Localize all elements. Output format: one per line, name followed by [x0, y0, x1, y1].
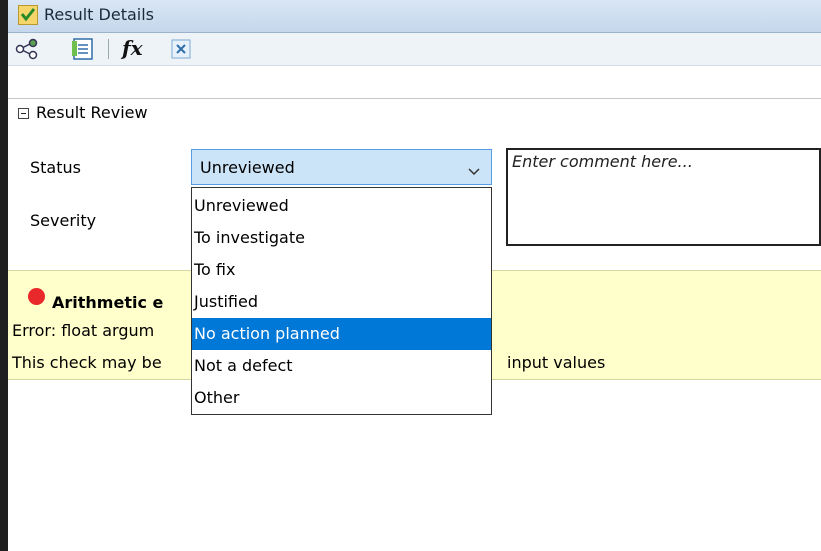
comment-placeholder: Enter comment here... — [512, 152, 693, 171]
collapse-toggle-icon[interactable] — [18, 108, 29, 119]
chevron-down-icon — [467, 162, 481, 181]
function-icon[interactable]: fx — [120, 36, 146, 62]
title-bar: Result Details — [8, 0, 821, 33]
status-options-list: Unreviewed To investigate To fix Justifi… — [191, 187, 492, 415]
status-option-justified[interactable]: Justified — [192, 286, 491, 318]
status-option-other[interactable]: Other — [192, 382, 491, 414]
export-list-icon[interactable] — [70, 36, 96, 62]
result-details-icon — [18, 5, 38, 25]
share-graph-icon[interactable] — [14, 36, 40, 62]
info-message-tail: input values — [507, 353, 606, 372]
status-option-to-fix[interactable]: To fix — [192, 254, 491, 286]
window-title: Result Details — [44, 5, 154, 24]
status-option-unreviewed[interactable]: Unreviewed — [192, 190, 491, 222]
status-option-not-a-defect[interactable]: Not a defect — [192, 350, 491, 382]
status-label: Status — [30, 158, 81, 177]
info-message: This check may be — [12, 353, 162, 372]
status-selected-value: Unreviewed — [200, 158, 295, 177]
toolbar: fx — [8, 33, 821, 66]
severity-label: Severity — [30, 211, 97, 230]
variable-icon[interactable] — [168, 36, 194, 62]
status-option-to-investigate[interactable]: To investigate — [192, 222, 491, 254]
error-message: Error: float argum — [12, 321, 155, 340]
comment-field[interactable]: Enter comment here... — [506, 148, 821, 246]
status-option-no-action-planned[interactable]: No action planned — [192, 318, 491, 350]
check-title: Arithmetic e — [52, 293, 164, 312]
error-status-dot-icon — [28, 288, 45, 305]
section-divider — [8, 98, 821, 99]
window-left-border — [0, 0, 8, 551]
function-label: fx — [122, 36, 143, 60]
toolbar-separator — [108, 39, 109, 59]
section-title: Result Review — [36, 103, 148, 122]
status-dropdown[interactable]: Unreviewed — [191, 149, 492, 185]
